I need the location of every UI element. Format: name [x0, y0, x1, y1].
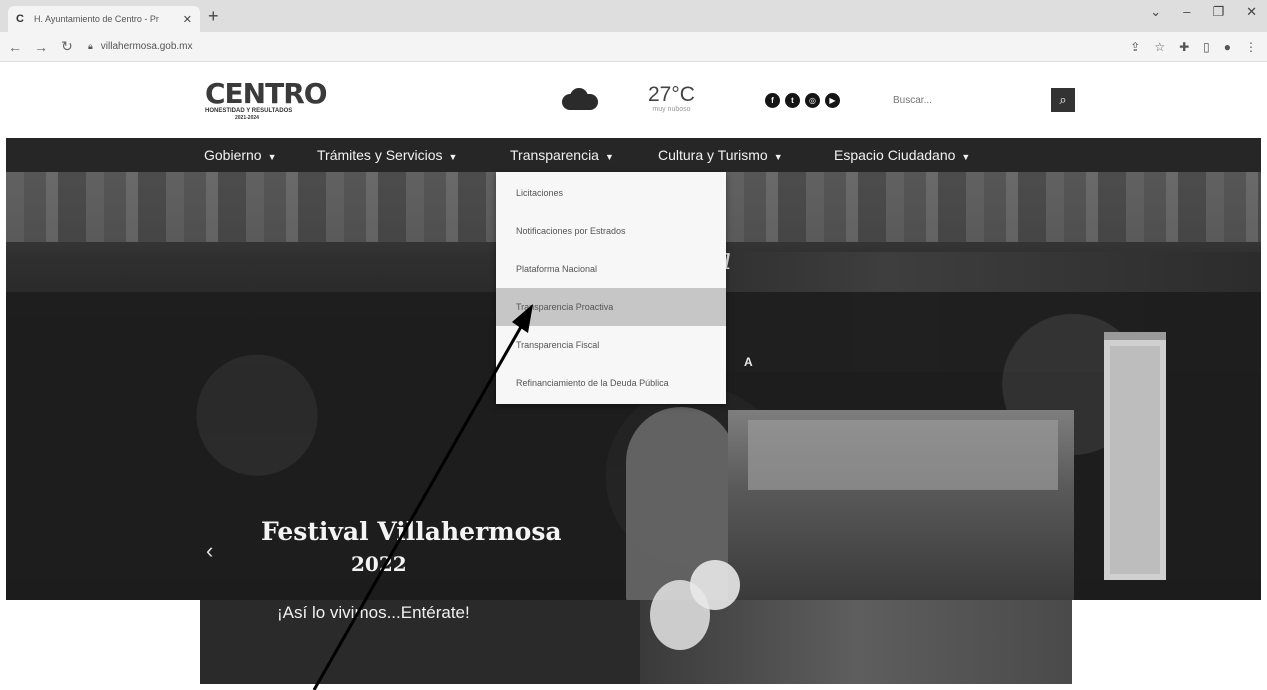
transparencia-dropdown-menu: Licitaciones Notificaciones por Estrados…: [496, 172, 726, 404]
main-navigation: Gobierno ▼ Trámites y Servicios ▼ Transpar…: [6, 138, 1261, 172]
orchid-decoration: [690, 560, 740, 610]
menu-item-notificaciones[interactable]: Notificaciones por Estrados: [496, 212, 726, 250]
slide-title: Festival Villahermosa: [261, 517, 562, 546]
window-controls: ⌄ – ❐ ✕: [1150, 4, 1257, 20]
browser-toolbar: ⇪ ☆ ✚ ▯ ● ⋮: [1130, 40, 1257, 54]
slide-year: 2022: [351, 552, 407, 576]
logo-years: 2021-2024: [235, 115, 259, 121]
browser-tab-bar: C H. Ayuntamiento de Centro - Pr ✕ + ⌄ –…: [0, 0, 1267, 32]
profile-icon[interactable]: ●: [1224, 40, 1231, 54]
nav-item-label: Espacio Ciudadano: [834, 147, 956, 163]
nav-item-gobierno[interactable]: Gobierno ▼: [204, 147, 277, 163]
nav-item-label: Gobierno: [204, 147, 262, 163]
instagram-icon[interactable]: ◎: [805, 93, 820, 108]
search-input[interactable]: [887, 87, 1047, 113]
tab-favicon-icon: C: [16, 13, 24, 25]
caret-down-icon: ▼: [267, 152, 277, 162]
slide-caption: ¡Así lo vivimos...Entérate!: [277, 603, 470, 622]
search-icon: ⌕: [1059, 92, 1067, 107]
caret-down-icon: ▼: [773, 152, 783, 162]
facebook-icon[interactable]: f: [765, 93, 780, 108]
close-window-icon[interactable]: ✕: [1246, 4, 1257, 20]
site-header: CENTRO HONESTIDAD Y RESULTADOS 2021-2024…: [0, 62, 1267, 138]
site-logo[interactable]: CENTRO HONESTIDAD Y RESULTADOS 2021-2024: [205, 77, 340, 122]
menu-item-refinanciamiento[interactable]: Refinanciamiento de la Deuda Pública: [496, 364, 726, 402]
hero-partial-letter: A: [744, 355, 753, 369]
nav-item-label: Trámites y Servicios: [317, 147, 443, 163]
youtube-icon[interactable]: ▶: [825, 93, 840, 108]
menu-item-transparencia-proactiva[interactable]: Transparencia Proactiva: [496, 288, 726, 326]
festival-photo: [728, 410, 1074, 600]
extensions-icon[interactable]: ✚: [1179, 40, 1189, 54]
side-panel-icon[interactable]: ▯: [1203, 40, 1210, 54]
menu-item-plataforma-nacional[interactable]: Plataforma Nacional: [496, 250, 726, 288]
lock-icon: 🔒︎: [88, 41, 93, 51]
tab-title: H. Ayuntamiento de Centro - Pr: [34, 14, 159, 24]
nav-item-label: Cultura y Turismo: [658, 147, 768, 163]
social-links: f t ◎ ▶: [765, 93, 840, 108]
caret-down-icon: ▼: [604, 152, 614, 162]
weather-widget: 27°C muy nuboso: [648, 83, 695, 114]
minimize-icon[interactable]: –: [1183, 4, 1190, 20]
nav-item-cultura[interactable]: Cultura y Turismo ▼: [658, 147, 783, 163]
menu-item-transparencia-fiscal[interactable]: Transparencia Fiscal: [496, 326, 726, 364]
address-bar: ← → ↻ 🔒︎ villahermosa.gob.mx ⇪ ☆ ✚ ▯ ● ⋮: [0, 32, 1267, 62]
nav-item-tramites[interactable]: Trámites y Servicios ▼: [317, 147, 457, 163]
browser-tab[interactable]: C H. Ayuntamiento de Centro - Pr ✕: [8, 6, 200, 32]
weather-condition: muy nuboso: [652, 106, 691, 113]
restore-icon[interactable]: ❐: [1212, 4, 1224, 20]
slide-caption-panel[interactable]: ¡Así lo vivimos...Entérate!: [200, 600, 1072, 684]
forward-icon[interactable]: →: [30, 39, 52, 55]
nav-item-espacio[interactable]: Espacio Ciudadano ▼: [834, 147, 970, 163]
tab-search-icon[interactable]: ⌄: [1150, 4, 1161, 20]
temperature: 27°C: [648, 83, 695, 106]
menu-item-licitaciones[interactable]: Licitaciones: [496, 174, 726, 212]
logo-title: CENTRO: [205, 77, 328, 110]
search-box: ⌕: [887, 87, 1075, 113]
new-tab-button[interactable]: +: [208, 6, 219, 26]
stage-image: [748, 420, 1058, 490]
menu-icon[interactable]: ⋮: [1245, 40, 1257, 54]
caret-down-icon: ▼: [448, 152, 458, 162]
caret-down-icon: ▼: [961, 152, 971, 162]
monument-image: [1104, 340, 1166, 580]
tab-close-icon[interactable]: ✕: [183, 13, 192, 26]
chevron-left-icon[interactable]: ‹: [206, 538, 213, 564]
share-icon[interactable]: ⇪: [1130, 40, 1140, 54]
url-field[interactable]: 🔒︎ villahermosa.gob.mx: [88, 41, 193, 52]
back-icon[interactable]: ←: [4, 39, 26, 55]
cloud-icon: [562, 88, 598, 110]
twitter-icon[interactable]: t: [785, 93, 800, 108]
url-text: villahermosa.gob.mx: [100, 41, 193, 52]
reload-icon[interactable]: ↻: [56, 38, 78, 55]
search-button[interactable]: ⌕: [1051, 88, 1075, 112]
nav-item-transparencia[interactable]: Transparencia ▼: [510, 147, 614, 163]
bookmark-star-icon[interactable]: ☆: [1154, 40, 1165, 54]
nav-item-label: Transparencia: [510, 147, 599, 163]
